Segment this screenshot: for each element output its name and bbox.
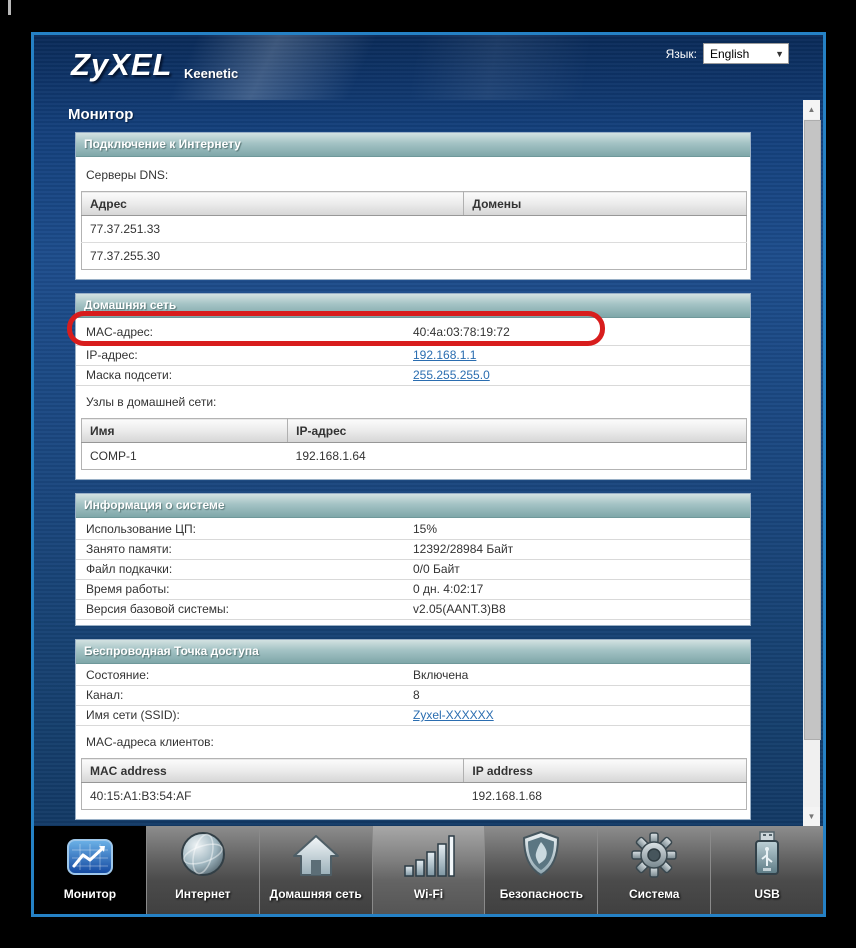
hosts-table: Имя IP-адрес COMP-1 192.168.1.64 [81, 418, 747, 470]
table-row: COMP-1 192.168.1.64 [82, 443, 747, 470]
language-value: English [710, 47, 749, 61]
vertical-scrollbar[interactable]: ▲ ▼ [803, 100, 820, 826]
content-area: Монитор Подключение к Интернету Серверы … [34, 100, 823, 826]
dns-servers-table: Адрес Домены 77.37.251.33 77.37.255.30 [81, 191, 747, 270]
table-row: 77.37.255.30 [82, 243, 747, 270]
scroll-up-button[interactable]: ▲ [803, 100, 820, 119]
ip-address-link[interactable]: 192.168.1.1 [413, 348, 476, 362]
column-header: Адрес [82, 192, 464, 216]
section-system-title: Информация о системе [76, 494, 750, 518]
wifi-state-row: Состояние: Включена [76, 666, 750, 686]
scrollbar-thumb[interactable] [804, 120, 821, 740]
chevron-down-icon: ▼ [775, 49, 784, 59]
monitor-chart-icon [66, 832, 114, 878]
hosts-label: Узлы в домашней сети: [76, 386, 750, 416]
section-wireless-title: Беспроводная Точка доступа [76, 640, 750, 664]
clients-label: MAC-адреса клиентов: [76, 726, 750, 756]
mac-address-row: MAC-адрес: 40:4a:03:78:19:72 [76, 320, 750, 346]
wifi-ssid-row: Имя сети (SSID): Zyxel-XXXXXX [76, 706, 750, 726]
language-label: Язык: [666, 47, 697, 61]
column-header: MAC address [82, 759, 464, 783]
nav-label: USB [754, 887, 779, 901]
page-title: Монитор [68, 106, 823, 123]
column-header: IP address [464, 759, 747, 783]
product-name: Keenetic [184, 66, 238, 81]
nav-item-usb[interactable]: USB [710, 826, 823, 914]
table-row: 40:15:A1:B3:54:AF 192.168.1.68 [82, 783, 747, 810]
language-select[interactable]: English ▼ [703, 43, 789, 64]
nav-label: Интернет [175, 887, 230, 901]
nav-item-system[interactable]: Система [597, 826, 710, 914]
gear-icon [631, 832, 677, 878]
wifi-clients-table: MAC address IP address 40:15:A1:B3:54:AF… [81, 758, 747, 810]
wifi-channel-row: Канал: 8 [76, 686, 750, 706]
section-internet-title: Подключение к Интернету [76, 133, 750, 157]
scroll-down-button[interactable]: ▼ [803, 807, 820, 826]
ip-address-row: IP-адрес: 192.168.1.1 [76, 346, 750, 366]
signal-bars-icon [402, 832, 456, 878]
uptime-row: Время работы: 0 дн. 4:02:17 [76, 580, 750, 600]
shield-icon [518, 832, 564, 878]
swap-row: Файл подкачки: 0/0 Байт [76, 560, 750, 580]
column-header: Домены [464, 192, 747, 216]
house-icon [291, 832, 341, 878]
nav-label: Wi-Fi [414, 887, 443, 901]
nav-label: Безопасность [500, 887, 583, 901]
sections: Подключение к Интернету Серверы DNS: Адр… [75, 132, 751, 826]
section-home-network: Домашняя сеть MAC-адрес: 40:4a:03:78:19:… [75, 293, 751, 480]
section-wireless-ap: Беспроводная Точка доступа Состояние: Вк… [75, 639, 751, 820]
main-area: ZyXEL Keenetic Язык: English ▼ Монитор П… [34, 35, 823, 826]
top-banner: ZyXEL Keenetic Язык: English ▼ [34, 35, 823, 100]
router-admin-window: ZyXEL Keenetic Язык: English ▼ Монитор П… [31, 32, 826, 917]
usb-stick-icon [752, 832, 782, 878]
nav-item-wifi[interactable]: Wi-Fi [372, 826, 485, 914]
ssid-link[interactable]: Zyxel-XXXXXX [413, 708, 494, 722]
nav-label: Домашняя сеть [270, 887, 362, 901]
nav-item-home-network[interactable]: Домашняя сеть [259, 826, 372, 914]
memory-row: Занято памяти: 12392/28984 Байт [76, 540, 750, 560]
table-row: 77.37.251.33 [82, 216, 747, 243]
section-system-info: Информация о системе Использование ЦП: 1… [75, 493, 751, 626]
nav-item-internet[interactable]: Интернет [146, 826, 259, 914]
nav-item-monitor[interactable]: Монитор [34, 826, 146, 914]
dns-servers-label: Серверы DNS: [76, 159, 750, 189]
section-internet-connection: Подключение к Интернету Серверы DNS: Адр… [75, 132, 751, 280]
firmware-row: Версия базовой системы: v2.05(AANT.3)B8 [76, 600, 750, 620]
subnet-mask-row: Маска подсети: 255.255.255.0 [76, 366, 750, 386]
cpu-usage-row: Использование ЦП: 15% [76, 520, 750, 540]
language-bar: Язык: English ▼ [666, 43, 789, 64]
screen-capture-artifact [8, 0, 11, 15]
zyxel-logo: ZyXEL [71, 47, 172, 83]
globe-icon [178, 832, 228, 878]
nav-label: Система [629, 887, 680, 901]
column-header: IP-адрес [288, 419, 747, 443]
section-home-title: Домашняя сеть [76, 294, 750, 318]
subnet-mask-link[interactable]: 255.255.255.0 [413, 368, 490, 382]
nav-label: Монитор [64, 887, 116, 901]
bottom-navigation: Монитор Интернет [34, 826, 823, 914]
nav-item-security[interactable]: Безопасность [484, 826, 597, 914]
column-header: Имя [82, 419, 288, 443]
